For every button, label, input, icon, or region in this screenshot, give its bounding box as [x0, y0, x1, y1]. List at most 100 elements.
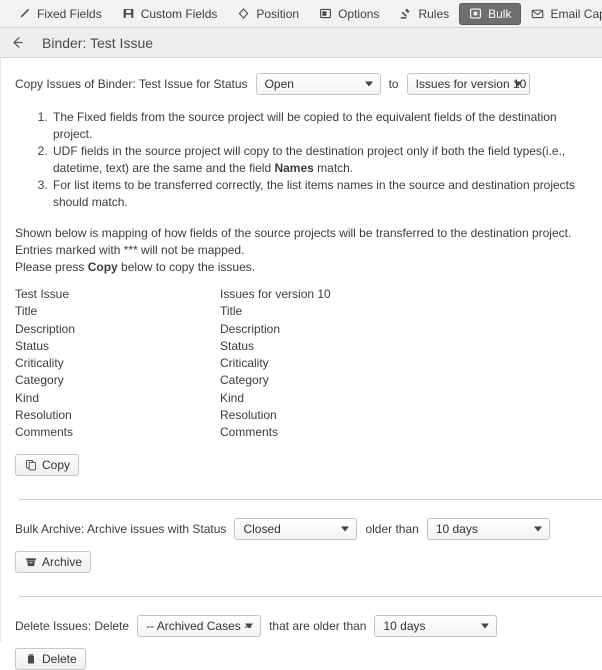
table-row: Resolution Resolution [15, 407, 588, 424]
mapping-destination-cell: Description [220, 321, 281, 336]
table-row: Title Title [15, 303, 588, 320]
archive-button-wrap: Archive [15, 550, 588, 573]
archive-days-value: 10 days [435, 521, 478, 536]
tab-label: Fixed Fields [37, 6, 102, 21]
copy-controls-row: Copy Issues of Binder: Test Issue for St… [15, 73, 588, 95]
copy-issues-section: Copy Issues of Binder: Test Issue for St… [1, 58, 602, 476]
chevron-down-icon [513, 81, 522, 87]
mapping-destination-cell: Comments [220, 425, 279, 440]
archive-days-select[interactable]: 10 days [426, 517, 550, 540]
page-header: Binder: Test Issue [0, 28, 602, 58]
delete-issues-section: Delete Issues: Delete -- Archived Cases … [1, 597, 602, 670]
copy-icon [24, 458, 37, 471]
mapping-source-header: Test Issue [15, 287, 70, 301]
chevron-down-icon [533, 526, 542, 532]
tab-label: Options [338, 6, 380, 21]
para2-bold: Copy [87, 260, 118, 274]
chevron-down-icon [341, 526, 350, 532]
mapping-destination-cell: Resolution [220, 408, 277, 423]
archive-button[interactable]: Archive [15, 550, 92, 573]
list-item: UDF fields in the source project will co… [51, 143, 588, 177]
mapping-source-cell: Criticality [15, 356, 64, 371]
table-row: Status Status [15, 338, 588, 355]
copy-destination-value: Issues for version 10 [415, 77, 527, 91]
delete-days-value: 10 days [383, 618, 426, 633]
para2-post: below to copy the issues. [117, 260, 256, 274]
copy-destination-select[interactable]: Issues for version 10 [406, 73, 530, 95]
tab-position[interactable]: Position [227, 3, 309, 25]
delete-target-select[interactable]: -- Archived Cases -- [137, 614, 262, 637]
copy-button[interactable]: Copy [15, 453, 80, 476]
archive-status-select[interactable]: Closed [234, 517, 358, 540]
mapping-source-cell: Description [15, 321, 76, 336]
chevron-down-icon [245, 623, 254, 629]
field-mapping-table: Test Issue Issues for version 10 Title T… [15, 286, 588, 442]
copy-issues-label: Copy Issues of Binder: Test Issue for St… [15, 77, 248, 91]
tab-fixed-fields[interactable]: Fixed Fields [8, 3, 112, 25]
table-header-row: Test Issue Issues for version 10 [15, 286, 588, 303]
tab-email-capture[interactable]: Email Capture [521, 3, 602, 25]
tab-label: Position [256, 6, 300, 21]
tab-rules[interactable]: Rules [389, 3, 459, 25]
archive-status-value: Closed [243, 521, 281, 536]
table-row: Description Description [15, 321, 588, 338]
copy-button-wrap: Copy [15, 453, 588, 476]
table-row: Comments Comments [15, 424, 588, 441]
tab-label: Rules [418, 6, 450, 21]
tab-label: Custom Fields [140, 6, 218, 21]
archive-older-than-label: older than [365, 521, 419, 536]
envelope-icon [531, 7, 544, 20]
table-row: Kind Kind [15, 390, 588, 407]
copy-paragraph-1: Shown below is mapping of how fields of … [15, 226, 572, 257]
archive-controls-row: Bulk Archive: Archive issues with Status… [15, 517, 588, 540]
tab-options[interactable]: Options [309, 3, 389, 25]
copy-to-label: to [388, 77, 399, 91]
list-item: For list items to be transferred correct… [51, 177, 588, 211]
copy-status-select[interactable]: Open [255, 73, 381, 95]
main-content: Copy Issues of Binder: Test Issue for St… [0, 58, 602, 670]
mapping-source-cell: Category [15, 373, 64, 388]
mapping-destination-cell: Status [220, 338, 255, 353]
copy-notes-list: The Fixed fields from the source project… [15, 109, 588, 211]
gavel-icon [399, 7, 412, 20]
back-arrow-icon[interactable] [8, 34, 26, 52]
copy-button-label: Copy [42, 457, 71, 472]
mapping-destination-cell: Category [220, 373, 269, 388]
delete-older-than-label: that are older than [269, 618, 367, 633]
chevron-down-icon [481, 623, 490, 629]
delete-issues-label: Delete Issues: Delete [15, 618, 130, 633]
mapping-destination-cell: Kind [220, 390, 245, 405]
delete-target-value: -- Archived Cases -- [146, 618, 253, 633]
tab-label: Bulk [488, 6, 512, 21]
diamond-icon [237, 7, 250, 20]
table-row: Criticality Criticality [15, 355, 588, 372]
pencil-icon [18, 7, 31, 20]
delete-button-label: Delete [42, 651, 77, 666]
top-tab-bar: Fixed Fields Custom Fields Position Opti… [0, 0, 602, 28]
mapping-destination-cell: Title [220, 304, 243, 319]
copy-paragraph-2: Please press Copy below to copy the issu… [15, 259, 588, 276]
bulk-archive-label: Bulk Archive: Archive issues with Status [15, 521, 227, 536]
window-icon [319, 7, 332, 20]
list-item: The Fixed fields from the source project… [51, 109, 588, 143]
tab-custom-fields[interactable]: Custom Fields [112, 3, 228, 25]
bulk-box-icon [469, 7, 482, 20]
mapping-source-cell: Status [15, 338, 50, 353]
tab-bulk[interactable]: Bulk [459, 2, 522, 25]
delete-days-select[interactable]: 10 days [374, 614, 498, 637]
trash-icon [24, 652, 37, 665]
save-disk-icon [122, 7, 135, 20]
delete-button[interactable]: Delete [15, 647, 86, 670]
notes-bold-word: Names [274, 161, 314, 175]
chevron-down-icon [364, 81, 373, 87]
mapping-destination-header: Issues for version 10 [220, 287, 331, 301]
mapping-source-cell: Title [15, 304, 38, 319]
copy-status-value: Open [264, 77, 294, 91]
mapping-destination-cell: Criticality [220, 356, 269, 371]
archive-button-label: Archive [42, 554, 83, 569]
mapping-source-cell: Resolution [15, 408, 72, 423]
bulk-archive-section: Bulk Archive: Archive issues with Status… [1, 500, 602, 573]
tab-label: Email Capture [550, 6, 602, 21]
archive-box-icon [24, 555, 37, 568]
mapping-source-cell: Comments [15, 425, 74, 440]
